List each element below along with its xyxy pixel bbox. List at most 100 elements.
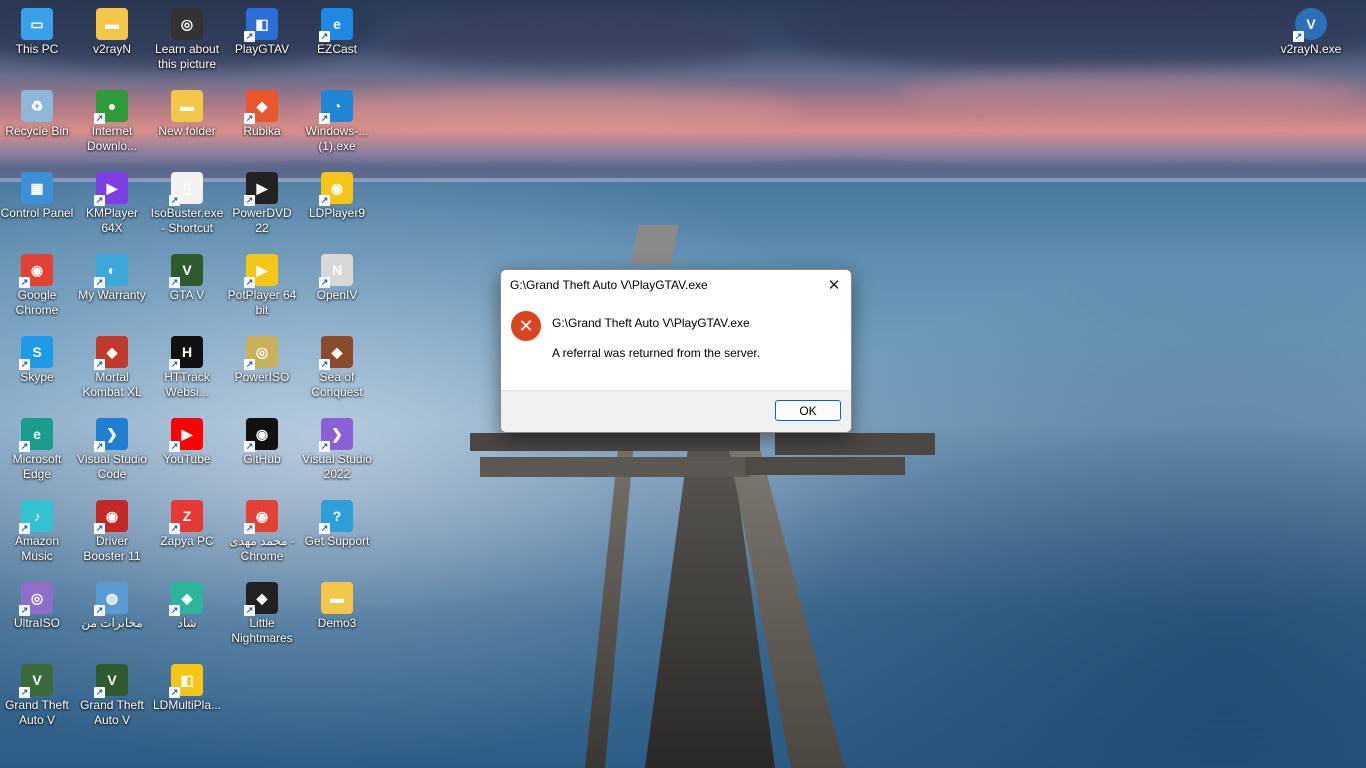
app-icon: ◧ ↗ — [169, 664, 203, 698]
app-icon: ◆ ↗ — [244, 90, 278, 124]
icon-label: v2rayN — [92, 42, 131, 56]
icon-label: Google Chrome — [15, 288, 59, 317]
icon-label: YouTube — [163, 452, 211, 466]
desktop-icon[interactable]: ◆ ↗ Mortal Kombat XL — [75, 336, 149, 400]
desktop-icon[interactable]: V ↗ Grand Theft Auto V — [75, 664, 149, 728]
ok-button[interactable]: OK — [775, 400, 841, 421]
desktop-icon[interactable]: ▶ ↗ PotPlayer 64 bit — [225, 254, 299, 318]
shortcut-arrow-icon: ↗ — [169, 605, 180, 616]
app-icon: ◎ ↗ — [244, 336, 278, 370]
shortcut-arrow-icon: ↗ — [19, 687, 30, 698]
desktop-icon[interactable]: ▦ Control Panel — [0, 172, 74, 221]
app-icon: ◉ ↗ — [244, 500, 278, 534]
desktop-icon[interactable]: e ↗ EZCast — [300, 8, 374, 57]
shortcut-arrow-icon: ↗ — [319, 277, 330, 288]
desktop-icon[interactable]: ◆ ↗ Little Nightmares — [225, 582, 299, 646]
desktop-icon[interactable]: ◍ ↗ مخابرات من — [75, 582, 149, 631]
desktop-icon[interactable]: H ↗ HTTrack Websi... — [150, 336, 224, 400]
dialog-message-path: G:\Grand Theft Auto V\PlayGTAV.exe — [552, 316, 750, 330]
desktop-icon[interactable]: ▶ ↗ PowerDVD 22 — [225, 172, 299, 236]
desktop-icon[interactable]: V ↗ Grand Theft Auto V — [0, 664, 74, 728]
desktop-icon[interactable]: ● ↗ Internet Downlo... — [75, 90, 149, 154]
shortcut-arrow-icon: ↗ — [244, 277, 255, 288]
desktop-icon[interactable]: V ↗ GTA V — [150, 254, 224, 303]
app-icon: ▶ ↗ — [94, 172, 128, 206]
desktop-icon[interactable]: ▶ ↗ YouTube — [150, 418, 224, 467]
app-icon: ◎ ↗ — [19, 582, 53, 616]
desktop-icon[interactable]: N ↗ OpenIV — [300, 254, 374, 303]
shortcut-arrow-icon: ↗ — [94, 195, 105, 206]
desktop-icon[interactable]: Z ↗ Zapya PC — [150, 500, 224, 549]
icon-label: Windows-... (1).exe — [305, 124, 369, 153]
shortcut-arrow-icon: ↗ — [244, 195, 255, 206]
desktop-icon[interactable]: ◈ ↗ شاد — [150, 582, 224, 631]
desktop-icon[interactable]: ▭ This PC — [0, 8, 74, 57]
desktop-icon[interactable]: ◉ ↗ LDPlayer9 — [300, 172, 374, 221]
app-icon: ● ↗ — [94, 90, 128, 124]
shortcut-arrow-icon: ↗ — [244, 441, 255, 452]
desktop-icon[interactable]: S ↗ Skype — [0, 336, 74, 385]
app-icon: ▦ — [21, 172, 53, 204]
app-icon: ♪ ↗ — [19, 500, 53, 534]
desktop-icon[interactable]: ◐ ↗ My Warranty — [75, 254, 149, 303]
icon-label: Mortal Kombat XL — [82, 370, 142, 399]
shortcut-arrow-icon: ↗ — [94, 441, 105, 452]
app-icon: ◧ ↗ — [244, 8, 278, 42]
app-icon: ▬ — [321, 582, 353, 614]
shortcut-arrow-icon: ↗ — [244, 31, 255, 42]
app-icon: ◆ ↗ — [244, 582, 278, 616]
icon-label: PowerDVD 22 — [232, 206, 292, 235]
desktop-icon[interactable]: ◉ ↗ محمد مهدی - Chrome — [225, 500, 299, 564]
desktop-icon[interactable]: ◆ ↗ Rubika — [225, 90, 299, 139]
app-icon: H ↗ — [169, 336, 203, 370]
app-icon: Z ↗ — [169, 500, 203, 534]
desktop-icon[interactable]: ◧ ↗ PlayGTAV — [225, 8, 299, 57]
icon-label: IsoBuster.exe - Shortcut — [150, 206, 224, 235]
app-icon: ♻ — [21, 90, 53, 122]
desktop-icon[interactable]: e ↗ Microsoft Edge — [0, 418, 74, 482]
icon-label: New folder — [158, 124, 216, 138]
desktop-icon[interactable]: ❯ ↗ Visual Studio Code — [75, 418, 149, 482]
desktop-icon-v2rayn-exe[interactable]: V ↗ v2rayN.exe — [1274, 8, 1348, 57]
icon-label: Rubika — [243, 124, 281, 138]
icon-label: Skype — [20, 370, 54, 384]
desktop-icon[interactable]: ▶ ↗ KMPlayer 64X — [75, 172, 149, 236]
desktop-icon[interactable]: ❯ ↗ Visual Studio 2022 — [300, 418, 374, 482]
shortcut-arrow-icon: ↗ — [94, 113, 105, 124]
desktop-icon[interactable]: ◎ ↗ PowerISO — [225, 336, 299, 385]
icon-label: Recycle Bin — [5, 124, 69, 138]
desktop-icon[interactable]: ▬ New folder — [150, 90, 224, 139]
icon-label: Learn about this picture — [154, 42, 220, 71]
desktop-icon[interactable]: ◔ ↗ Windows-... (1).exe — [300, 90, 374, 154]
shortcut-arrow-icon: ↗ — [319, 441, 330, 452]
desktop-icon[interactable]: ◧ ↗ LDMultiPla... — [150, 664, 224, 713]
v2rayn-exe-icon: V ↗ — [1293, 8, 1327, 42]
icon-label: Grand Theft Auto V — [5, 698, 69, 727]
desktop-icon[interactable]: ◆ ↗ Sea of Conquest — [300, 336, 374, 400]
shortcut-arrow-icon: ↗ — [94, 359, 105, 370]
desktop-icon[interactable]: ♪ ↗ Amazon Music — [0, 500, 74, 564]
desktop-icon[interactable]: ◉ ↗ GitHub — [225, 418, 299, 467]
app-icon: ◍ ↗ — [94, 582, 128, 616]
app-icon: ❯ ↗ — [319, 418, 353, 452]
app-icon: V ↗ — [94, 664, 128, 698]
desktop-icon[interactable]: ◎ ↗ UltraISO — [0, 582, 74, 631]
shortcut-arrow-icon: ↗ — [169, 441, 180, 452]
desktop-icon[interactable]: ▬ v2rayN — [75, 8, 149, 57]
icon-label: v2rayN.exe — [1280, 42, 1342, 56]
shortcut-arrow-icon: ↗ — [319, 195, 330, 206]
desktop-icon[interactable]: ? ↗ Get Support — [300, 500, 374, 549]
shortcut-arrow-icon: ↗ — [244, 605, 255, 616]
desktop-icon[interactable]: ◉ ↗ Driver Booster 11 — [75, 500, 149, 564]
desktop-icon[interactable]: ♻ Recycle Bin — [0, 90, 74, 139]
desktop-icon[interactable]: ▬ Demo3 — [300, 582, 374, 631]
shortcut-arrow-icon: ↗ — [319, 113, 330, 124]
close-button[interactable]: ✕ — [823, 274, 845, 296]
shortcut-arrow-icon: ↗ — [94, 605, 105, 616]
desktop-icon[interactable]: ◎ Learn about this picture — [150, 8, 224, 72]
dialog-title-bar[interactable]: G:\Grand Theft Auto V\PlayGTAV.exe — [501, 270, 851, 300]
desktop-icon[interactable]: ◉ ↗ Google Chrome — [0, 254, 74, 318]
desktop-icon[interactable]: ▯ ↗ IsoBuster.exe - Shortcut — [150, 172, 224, 236]
icon-label: Internet Downlo... — [86, 124, 138, 153]
icon-label: Amazon Music — [14, 534, 60, 563]
